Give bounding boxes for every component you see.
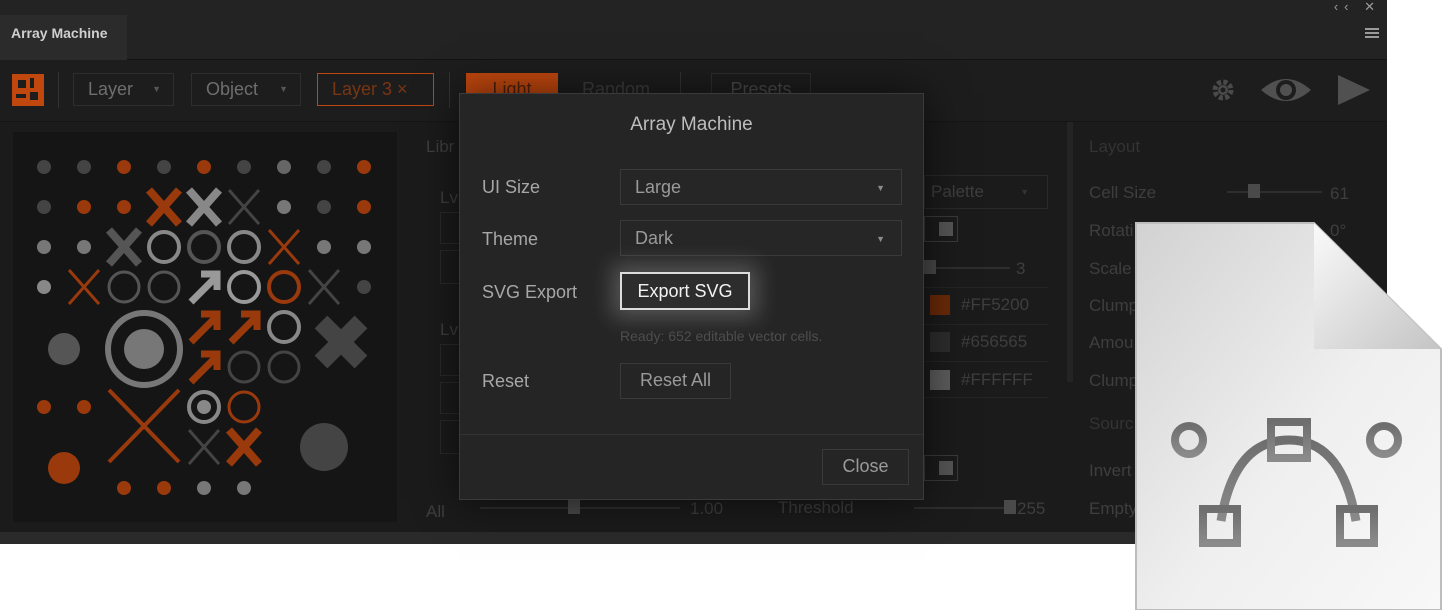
logo-icon <box>12 74 44 106</box>
gear-icon[interactable] <box>1210 77 1236 103</box>
window-controls[interactable]: ‹‹ ✕ <box>1334 0 1381 15</box>
palette-count-value: 3 <box>1016 259 1026 278</box>
play-icon[interactable] <box>1336 73 1372 107</box>
chevron-down-icon: ▼ <box>1020 187 1029 197</box>
clump-label: Clump <box>1089 296 1139 315</box>
layout-heading: Layout <box>1089 137 1141 156</box>
divider <box>924 287 1048 288</box>
chevron-down-icon: ▼ <box>876 234 885 244</box>
palette-dropdown-label: Palette <box>931 182 984 201</box>
palette-count-thumb[interactable] <box>924 260 936 274</box>
amount-label: Amou <box>1089 333 1134 352</box>
threshold-thumb[interactable] <box>1004 500 1016 514</box>
preview-pattern <box>37 160 371 495</box>
panel-tab[interactable]: Array Machine <box>0 15 127 60</box>
layer-dropdown-label: Layer <box>88 79 134 99</box>
settings-dialog: Array Machine UI Size Large ▼ Theme Dark… <box>459 93 924 500</box>
cell-size-value: 61 <box>1330 184 1349 203</box>
all-label: All <box>426 502 445 521</box>
ui-size-select[interactable]: Large ▼ <box>620 169 902 205</box>
cell-size-thumb[interactable] <box>1248 184 1260 198</box>
active-layer-chip[interactable]: Layer 3 × <box>317 73 434 106</box>
title-bar: Array Machine ‹‹ ✕ <box>0 0 1387 60</box>
palette-color-3[interactable]: #FFFFFF <box>961 370 1033 390</box>
theme-select[interactable]: Dark ▼ <box>620 220 902 256</box>
all-value: 1.00 <box>690 499 724 518</box>
rotation-label: Rotati <box>1089 221 1134 240</box>
empty-label: Empty <box>1089 499 1138 518</box>
all-slider[interactable] <box>480 507 680 509</box>
theme-label: Theme <box>482 229 539 249</box>
dialog-divider <box>460 434 923 435</box>
object-dropdown-label: Object <box>206 79 259 99</box>
reset-label: Reset <box>482 371 530 391</box>
close-button[interactable]: Close <box>822 449 909 485</box>
palette-swatch-gray[interactable] <box>930 332 950 352</box>
palette-count-slider[interactable] <box>924 267 1010 269</box>
reset-all-button[interactable]: Reset All <box>620 363 731 399</box>
chevron-down-icon: ▼ <box>152 84 161 94</box>
palette-toggle-knob <box>939 222 953 236</box>
svg-export-label: SVG Export <box>482 282 578 302</box>
source-heading: Sourc <box>1089 414 1134 433</box>
cell-size-label: Cell Size <box>1089 183 1157 202</box>
preview-canvas <box>13 132 397 522</box>
export-status-text: Ready: 652 editable vector cells. <box>620 328 823 344</box>
eye-icon[interactable] <box>1259 74 1313 106</box>
cell-size-slider[interactable] <box>1227 191 1322 193</box>
threshold-value: 255 <box>1017 499 1046 518</box>
chevron-down-icon: ▼ <box>279 84 288 94</box>
ui-size-value: Large <box>635 177 682 197</box>
svg-file-icon <box>1135 222 1442 610</box>
invert-toggle[interactable] <box>924 455 958 481</box>
toolbar-separator <box>449 72 450 108</box>
threshold-slider[interactable] <box>914 507 1014 509</box>
palette-toggle[interactable] <box>924 216 958 242</box>
palette-color-1[interactable]: #FF5200 <box>961 295 1029 315</box>
library-heading: Libr <box>426 137 455 156</box>
palette-swatch-orange[interactable] <box>930 295 950 315</box>
export-svg-button[interactable]: Export SVG <box>620 272 750 310</box>
invert-label: Invert <box>1089 461 1132 480</box>
threshold-label: Threshold <box>778 498 854 517</box>
all-slider-thumb[interactable] <box>568 500 580 514</box>
scrollbar[interactable] <box>1067 122 1073 382</box>
dialog-title: Array Machine <box>630 114 753 135</box>
theme-value: Dark <box>635 228 674 248</box>
chevron-down-icon: ▼ <box>876 183 885 193</box>
palette-color-2[interactable]: #656565 <box>961 332 1027 352</box>
clump2-label: Clump <box>1089 371 1139 390</box>
layer-dropdown[interactable]: Layer ▼ <box>73 73 174 106</box>
toolbar-separator <box>58 72 59 108</box>
divider <box>924 397 1048 398</box>
palette-swatch-white[interactable] <box>930 370 950 390</box>
object-dropdown[interactable]: Object ▼ <box>191 73 301 106</box>
ui-size-label: UI Size <box>482 177 541 197</box>
divider <box>924 361 1048 362</box>
divider <box>924 324 1048 325</box>
palette-dropdown[interactable]: Palette ▼ <box>924 175 1048 209</box>
invert-toggle-knob <box>939 461 953 475</box>
panel-menu-icon[interactable] <box>1365 28 1379 40</box>
